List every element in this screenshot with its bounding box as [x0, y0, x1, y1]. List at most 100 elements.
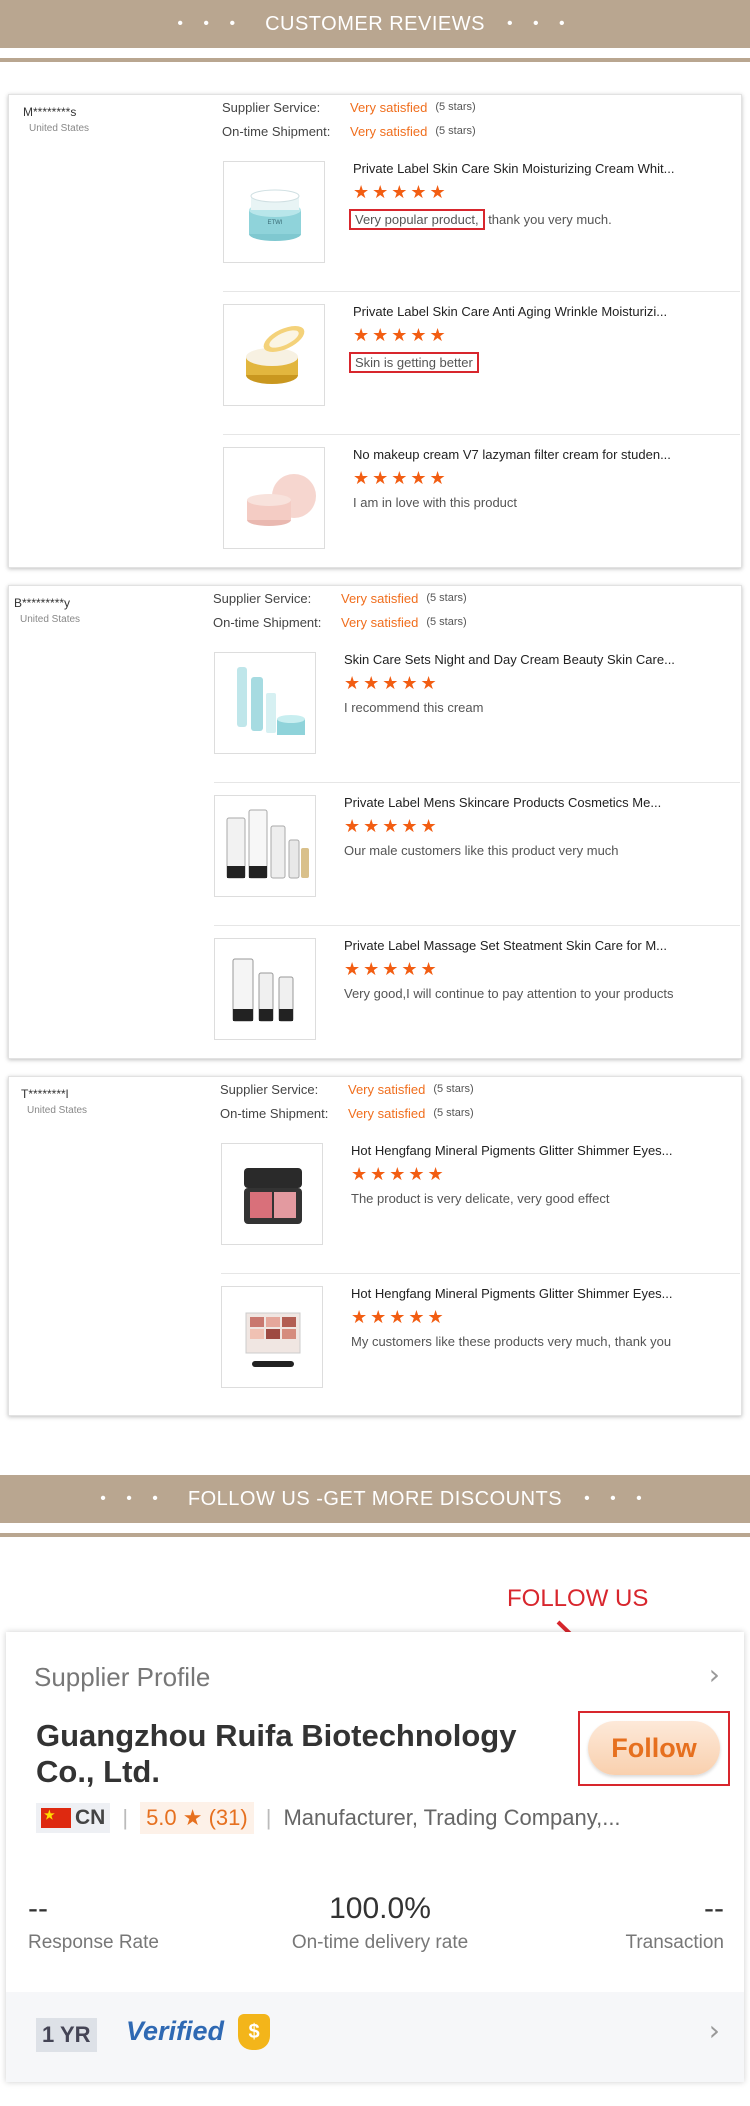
rating-label: Supplier Service: [213, 590, 312, 606]
country-code: CN [75, 1806, 106, 1829]
reviewer-info: B*********y United States [14, 596, 80, 625]
banner-title: CUSTOMER REVIEWS [265, 12, 485, 35]
product-title[interactable]: No makeup cream V7 lazyman filter cream … [353, 447, 671, 462]
banner-dots-right: • • • [506, 15, 573, 32]
company-name[interactable]: Guangzhou Ruifa Biotechnology Co., Ltd. [36, 1718, 556, 1790]
star-rating: ★★★★★ [344, 816, 440, 836]
review-comment: I am in love with this product [353, 495, 518, 510]
rating-stars-text: (5 stars) [426, 616, 467, 628]
review-comment: I recommend this cream [344, 700, 484, 715]
profile-footer[interactable]: 1 YR Verified $ › [6, 1992, 744, 2082]
reviewed-product[interactable]: Skin Care Sets Night and Day Cream Beaut… [214, 640, 740, 783]
rating-value: Very satisfied [341, 590, 419, 606]
comment-text: thank you very much. [484, 212, 612, 227]
review-comment: The product is very delicate, very good … [351, 1191, 610, 1206]
rating-stars-text: (5 stars) [435, 125, 476, 137]
reviewed-product[interactable]: Private Label Mens Skincare Products Cos… [214, 783, 740, 926]
supplier-service-rating: Supplier Service: Very satisfied (5 star… [213, 586, 467, 610]
rating-stars-text: (5 stars) [433, 1083, 474, 1095]
banner-divider [0, 1533, 750, 1537]
banner-dots-left: • • • [100, 1490, 166, 1507]
rating-score[interactable]: 5.0 ★ (31) [140, 1802, 254, 1834]
product-title[interactable]: Hot Hengfang Mineral Pigments Glitter Sh… [351, 1286, 673, 1301]
reviewer-info: M********s United States [23, 105, 89, 134]
star-rating: ★★★★★ [353, 325, 449, 345]
customer-reviews-banner: • • • CUSTOMER REVIEWS • • • [0, 0, 750, 48]
follow-us-hint: FOLLOW US [507, 1585, 649, 1612]
business-type: Manufacturer, Trading Company,... [283, 1805, 621, 1830]
star-rating: ★★★★★ [344, 959, 440, 979]
rating-value: Very satisfied [348, 1081, 426, 1097]
reviewed-product[interactable]: No makeup cream V7 lazyman filter cream … [223, 435, 740, 578]
rating-label: On-time Shipment: [213, 614, 322, 630]
stat-caption: On-time delivery rate [291, 1932, 469, 1953]
rating-stars-text: (5 stars) [426, 592, 467, 604]
review-comment: Our male customers like this product ver… [344, 843, 619, 858]
rating-label: On-time Shipment: [220, 1105, 329, 1121]
svg-text:ETWI: ETWI [268, 220, 283, 226]
follow-highlight-box: Follow [578, 1711, 730, 1786]
reviewed-product[interactable]: ETWI Private Label Skin Care Skin Moistu… [223, 149, 740, 292]
product-title[interactable]: Private Label Massage Set Steatment Skin… [344, 938, 667, 953]
ratings-summary: Supplier Service: Very satisfied (5 star… [213, 586, 467, 634]
score-value: 5.0 ★ [146, 1805, 203, 1830]
highlighted-comment: Very popular product, [349, 209, 485, 230]
product-thumbnail[interactable] [214, 795, 316, 897]
rating-value: Very satisfied [348, 1105, 426, 1121]
ratings-summary: Supplier Service: Very satisfied (5 star… [222, 95, 476, 143]
reviewed-product[interactable]: Hot Hengfang Mineral Pigments Glitter Sh… [221, 1274, 740, 1417]
reviewed-product[interactable]: Private Label Skin Care Anti Aging Wrink… [223, 292, 740, 435]
rating-label: Supplier Service: [222, 99, 321, 115]
banner-divider [0, 58, 750, 62]
reviewed-product[interactable]: Private Label Massage Set Steatment Skin… [214, 926, 740, 1069]
product-thumbnail[interactable]: ETWI [223, 161, 325, 263]
product-thumbnail[interactable] [214, 652, 316, 754]
reviewer-country: United States [29, 123, 90, 134]
reviewer-country: United States [27, 1105, 88, 1116]
product-title[interactable]: Private Label Skin Care Skin Moisturizin… [353, 161, 675, 176]
product-thumbnail[interactable] [214, 938, 316, 1040]
stat-response-rate: -- Response Rate [24, 1892, 164, 1954]
star-rating: ★★★★★ [351, 1164, 447, 1184]
rating-value: Very satisfied [350, 99, 428, 115]
stat-on-time-delivery: 100.0% On-time delivery rate [230, 1892, 530, 1954]
review-comment: Very good,I will continue to pay attenti… [344, 986, 674, 1001]
chevron-right-icon[interactable]: › [709, 2014, 720, 2047]
china-flag-icon: ★ [41, 1808, 71, 1828]
product-thumbnail[interactable] [223, 447, 325, 549]
product-thumbnail[interactable] [223, 304, 325, 406]
shipment-rating: On-time Shipment: Very satisfied (5 star… [220, 1101, 474, 1125]
chevron-right-icon[interactable]: › [709, 1658, 720, 1691]
banner-dots-right: • • • [584, 1490, 650, 1507]
meta-separator: | [122, 1805, 129, 1830]
rating-value: Very satisfied [341, 614, 419, 630]
product-thumbnail[interactable] [221, 1143, 323, 1245]
product-title[interactable]: Skin Care Sets Night and Day Cream Beaut… [344, 652, 675, 667]
rating-stars-text: (5 stars) [433, 1107, 474, 1119]
product-title[interactable]: Hot Hengfang Mineral Pigments Glitter Sh… [351, 1143, 673, 1158]
product-title[interactable]: Private Label Skin Care Anti Aging Wrink… [353, 304, 667, 319]
reviewed-product[interactable]: Hot Hengfang Mineral Pigments Glitter Sh… [221, 1131, 740, 1274]
eyeshadow-palette-image [245, 1312, 301, 1367]
follow-button[interactable]: Follow [588, 1721, 720, 1775]
banner-dots-left: • • • [177, 15, 244, 32]
product-title[interactable]: Private Label Mens Skincare Products Cos… [344, 795, 661, 810]
verified-label: Verified [126, 2016, 225, 2046]
eyeshadow-duo-image [244, 1168, 302, 1224]
stat-value: -- [28, 1892, 48, 1925]
ratings-summary: Supplier Service: Very satisfied (5 star… [220, 1077, 474, 1125]
review-card: T********l United States Supplier Servic… [8, 1076, 742, 1416]
supplier-profile-card[interactable]: Supplier Profile › Guangzhou Ruifa Biote… [6, 1632, 744, 2082]
rating-value: Very satisfied [350, 123, 428, 139]
supplier-service-rating: Supplier Service: Very satisfied (5 star… [220, 1077, 474, 1101]
reviewer-country: United States [20, 614, 81, 625]
star-rating: ★★★★★ [351, 1307, 447, 1327]
review-comment: Very popular product, thank you very muc… [349, 209, 612, 230]
stat-value: -- [704, 1892, 724, 1925]
shipment-rating: On-time Shipment: Very satisfied (5 star… [213, 610, 467, 634]
highlighted-comment: Skin is getting better [349, 352, 479, 373]
banner-title: FOLLOW US -GET MORE DISCOUNTS [187, 1487, 563, 1510]
cream-jar-image: ETWI [249, 189, 301, 241]
stat-caption: Transaction [625, 1932, 724, 1953]
product-thumbnail[interactable] [221, 1286, 323, 1388]
